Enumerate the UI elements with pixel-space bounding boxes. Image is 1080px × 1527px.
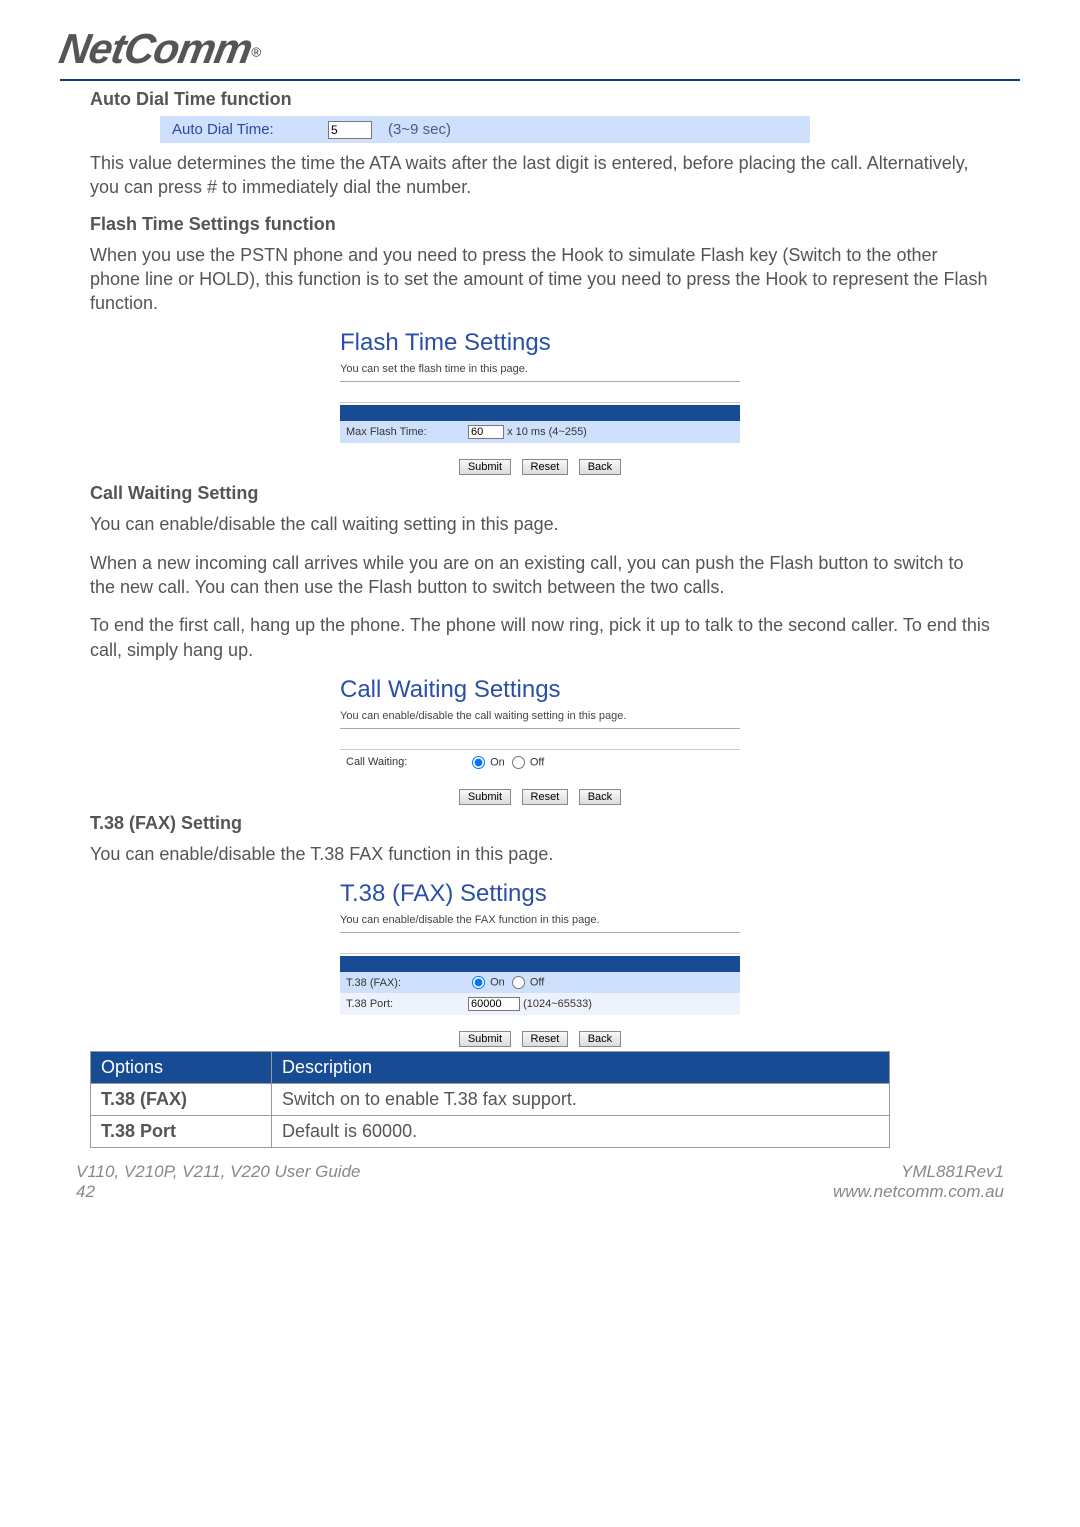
callwaiting-heading: Call Waiting Settings [340,676,740,704]
back-button[interactable]: Back [579,789,621,805]
callwaiting-on-label: On [490,756,505,768]
callwaiting-off-label: Off [530,756,544,768]
callwaiting-p1: You can enable/disable the call waiting … [90,512,990,536]
section-title-flash: Flash Time Settings function [90,214,1020,235]
flash-value-input[interactable] [468,425,504,439]
options-cell: T.38 Port [91,1116,272,1148]
back-button[interactable]: Back [579,459,621,475]
autodial-panel: Auto Dial Time: (3~9 sec) [160,116,810,143]
submit-button[interactable]: Submit [459,1031,511,1047]
brand-name: NetComm [56,25,256,73]
back-button[interactable]: Back [579,1031,621,1047]
callwaiting-off-radio[interactable] [512,756,525,769]
t38-panel: T.38 (FAX) Settings You can enable/disab… [340,880,740,1047]
table-row: T.38 Port Default is 60000. [91,1116,890,1148]
autodial-input[interactable] [328,121,372,139]
reset-button[interactable]: Reset [522,1031,569,1047]
t38-row2-label: T.38 Port: [340,993,462,1015]
header-divider [60,79,1020,81]
callwaiting-on-radio[interactable] [472,756,485,769]
section-title-autodial: Auto Dial Time function [90,89,1020,110]
options-cell: Default is 60000. [272,1116,890,1148]
t38-row1-label: T.38 (FAX): [340,972,462,993]
callwaiting-panel: Call Waiting Settings You can enable/dis… [340,676,740,805]
footer-rev: YML881Rev1 [833,1162,1004,1182]
options-cell: T.38 (FAX) [91,1084,272,1116]
options-table: Options Description T.38 (FAX) Switch on… [90,1051,890,1148]
t38-sub: You can enable/disable the FAX function … [340,914,740,933]
t38-port-input[interactable] [468,997,520,1011]
autodial-label: Auto Dial Time: [160,116,324,143]
t38-p1: You can enable/disable the T.38 FAX func… [90,842,990,866]
t38-heading: T.38 (FAX) Settings [340,880,740,908]
footer-guide: V110, V210P, V211, V220 User Guide [76,1162,360,1182]
reset-button[interactable]: Reset [522,789,569,805]
t38-on-radio[interactable] [472,976,485,989]
options-header-2: Description [272,1052,890,1084]
reset-button[interactable]: Reset [522,459,569,475]
t38-port-range: (1024~65533) [523,998,592,1010]
submit-button[interactable]: Submit [459,789,511,805]
page-footer: V110, V210P, V211, V220 User Guide 42 YM… [76,1162,1004,1202]
flash-field-label: Max Flash Time: [340,421,462,443]
table-row: T.38 (FAX) Switch on to enable T.38 fax … [91,1084,890,1116]
flash-sub: You can set the flash time in this page. [340,363,740,382]
t38-on-label: On [490,977,505,989]
section-title-t38: T.38 (FAX) Setting [90,813,1020,834]
options-header-1: Options [91,1052,272,1084]
footer-page-number: 42 [76,1182,360,1202]
callwaiting-p2: When a new incoming call arrives while y… [90,551,990,600]
callwaiting-sub: You can enable/disable the call waiting … [340,710,740,729]
flash-heading: Flash Time Settings [340,329,740,357]
autodial-range: (3~9 sec) [382,116,810,143]
options-cell: Switch on to enable T.38 fax support. [272,1084,890,1116]
footer-url: www.netcomm.com.au [833,1182,1004,1202]
submit-button[interactable]: Submit [459,459,511,475]
brand-logo: NetComm® [60,25,1020,73]
flash-unit: x 10 ms (4~255) [507,426,587,438]
t38-off-radio[interactable] [512,976,525,989]
callwaiting-field-label: Call Waiting: [340,752,462,773]
section-title-callwaiting: Call Waiting Setting [90,483,1020,504]
flash-panel: Flash Time Settings You can set the flas… [340,329,740,475]
flash-desc: When you use the PSTN phone and you need… [90,243,990,316]
t38-off-label: Off [530,977,544,989]
autodial-desc: This value determines the time the ATA w… [90,151,990,200]
callwaiting-p3: To end the first call, hang up the phone… [90,613,990,662]
registered-mark: ® [251,45,261,60]
